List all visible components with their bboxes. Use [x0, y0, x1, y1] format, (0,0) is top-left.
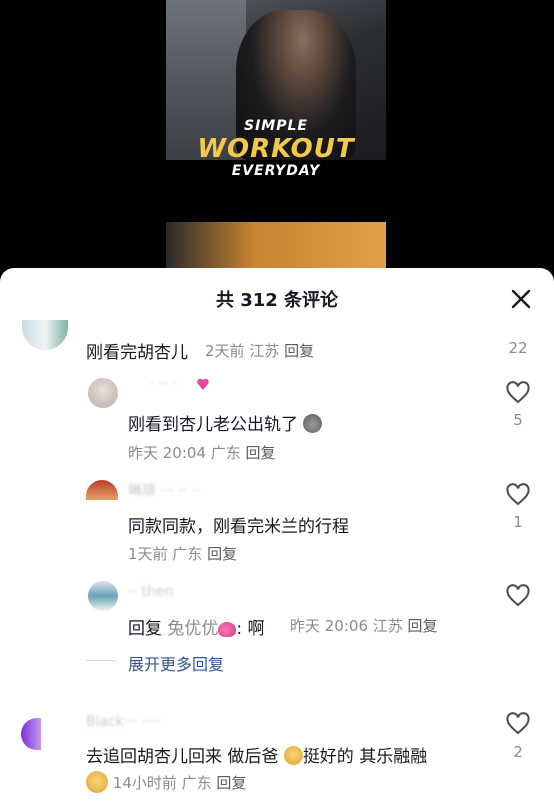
like-count: 5	[513, 411, 523, 429]
comment-text-body: 刚看到杏儿老公出轨了	[128, 415, 298, 435]
reply-body: : 啊	[236, 619, 265, 639]
heart-icon[interactable]	[505, 584, 531, 608]
comment-sheet: 共 312 条评论 刚看完胡杏儿 2天前 江苏 回复 22 · ·· · 刚看到…	[0, 268, 554, 801]
doge-emoji	[283, 746, 303, 765]
comment-meta: 昨天 20:04 广东 回复	[128, 442, 276, 463]
comment-meta: 2天前 江苏 回复	[205, 340, 314, 361]
expand-divider	[86, 660, 116, 661]
comment-text: 刚看完胡杏儿	[86, 343, 188, 363]
username[interactable]: · ·· ·	[150, 376, 177, 392]
expand-more-replies-button[interactable]: 展开更多回复	[128, 651, 224, 675]
two-hearts-emoji	[218, 622, 237, 637]
avatar[interactable]	[88, 378, 118, 408]
heart-decoration-icon	[197, 378, 209, 390]
comment-time-location: 14小时前 广东	[112, 774, 212, 792]
comment-time-location: 昨天 20:06 江苏	[290, 617, 403, 635]
avatar[interactable]	[22, 320, 68, 350]
comment-time-location: 2天前 江苏	[205, 342, 280, 360]
like-count: 1	[513, 513, 523, 531]
reply-button[interactable]: 回复	[408, 617, 438, 635]
reply-to-user[interactable]: 兔优优	[167, 619, 218, 639]
money-bag-emoji	[303, 414, 323, 433]
like-count: 2	[513, 743, 523, 761]
comment-meta: 14小时前 广东 回复	[86, 771, 246, 793]
reply-button[interactable]: 回复	[207, 545, 237, 563]
comment-count-title: 共 312 条评论	[215, 290, 339, 311]
comment-text: 去追回胡杏儿回来 做后爸 挺好的 其乐融融	[86, 742, 427, 767]
avatar[interactable]	[86, 480, 118, 500]
comment-text: 刚看到杏儿老公出轨了	[128, 410, 323, 435]
heart-icon[interactable]	[505, 712, 531, 736]
heart-icon[interactable]	[505, 483, 531, 507]
comment-text-part2: 挺好的 其乐融融	[302, 747, 428, 767]
comment-time-location: 1天前 广东	[128, 545, 203, 563]
like-count: 22	[508, 339, 528, 357]
doge-emoji	[86, 771, 108, 793]
username[interactable]: ·· then	[128, 584, 173, 600]
comment-text: 同款同款，刚看完米兰的行程	[128, 517, 349, 537]
avatar[interactable]	[88, 581, 118, 611]
overlay-text-everyday: EVERYDAY	[231, 163, 321, 179]
reply-prefix: 回复	[128, 619, 162, 639]
comment-text-part1: 去追回胡杏儿回来 做后爸	[86, 747, 279, 767]
close-icon[interactable]	[508, 286, 534, 312]
heart-icon[interactable]	[505, 381, 531, 405]
overlay-text-simple: SIMPLE	[244, 118, 308, 134]
comment-meta: 1天前 广东 回复	[128, 543, 237, 564]
avatar[interactable]	[21, 718, 41, 750]
video-player[interactable]: SIMPLE WORKOUT EVERYDAY	[0, 0, 554, 280]
reply-button[interactable]: 回复	[216, 774, 246, 792]
reply-text: 回复 兔优优 : 啊	[128, 614, 265, 639]
reply-button[interactable]: 回复	[246, 444, 276, 462]
username[interactable]: Black··· ····	[86, 714, 159, 730]
comment-time-location: 昨天 20:04 广东	[128, 444, 241, 462]
overlay-text-workout: WORKOUT	[197, 134, 355, 164]
username[interactable]: 琳琅 ··· ·· ··	[128, 480, 201, 500]
reply-button[interactable]: 回复	[284, 342, 314, 360]
comment-meta: 昨天 20:06 江苏 回复	[290, 615, 438, 636]
